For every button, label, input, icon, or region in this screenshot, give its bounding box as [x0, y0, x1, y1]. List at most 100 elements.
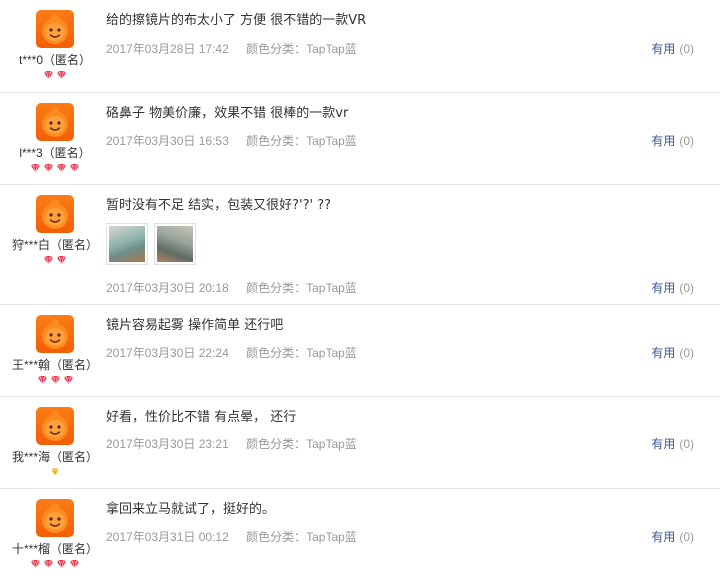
review-text: 给的擦镜片的布太小了 方便 很不错的一款VR: [106, 13, 367, 28]
helpful-count: (0): [679, 42, 694, 56]
helpful-label[interactable]: 有用: [651, 42, 675, 56]
red-heart-diamond-icon: [44, 559, 53, 569]
review-date: 2017年03月30日 20:18: [106, 281, 229, 295]
review-body: 拿回来立马就试了，挺好的。: [106, 501, 570, 519]
review-item: t***0（匿名） 给的擦镜片的布太小了 方便 很不错的一款VR 2017年03…: [0, 0, 720, 93]
photo-thumbnail[interactable]: [154, 223, 196, 265]
helpful-count: (0): [679, 281, 694, 295]
review-item: 狩***白（匿名） 暂时没有不足 结实，包装又很好?'?' ?? 2017年03…: [0, 185, 720, 305]
color-variant: 颜色分类：TapTap蓝: [246, 134, 357, 148]
avatar[interactable]: [36, 315, 74, 353]
color-variant: 颜色分类：TapTap蓝: [246, 281, 357, 295]
color-variant: 颜色分类：TapTap蓝: [246, 437, 357, 451]
review-body: 好看，性价比不错 有点晕， 还行: [106, 409, 570, 427]
helpful-count: (0): [679, 346, 694, 360]
yellow-diamond-icon: [51, 468, 59, 476]
review-body: 给的擦镜片的布太小了 方便 很不错的一款VR: [106, 12, 570, 30]
reviewer-info: t***0（匿名）: [0, 10, 110, 82]
helpful-count: (0): [679, 134, 694, 148]
reviewer-name[interactable]: l***3（匿名）: [0, 144, 110, 161]
helpful-count: (0): [679, 437, 694, 451]
red-heart-diamond-icon: [70, 559, 79, 569]
avatar[interactable]: [36, 195, 74, 233]
mascot-icon: [42, 106, 68, 137]
review-item: 王***翰（匿名） 镜片容易起雾 操作简单 还行吧 2017年03月30日 22…: [0, 305, 720, 397]
red-heart-diamond-icon: [37, 375, 47, 385]
review-item: l***3（匿名） 硌鼻子 物美价廉，效果不错 很棒的一款vr 2017年03月…: [0, 93, 720, 185]
reviewer-info: l***3（匿名）: [0, 103, 110, 175]
helpful-label[interactable]: 有用: [651, 281, 675, 295]
reviewer-level: [0, 467, 110, 479]
review-meta: 2017年03月30日 20:18 颜色分类：TapTap蓝: [106, 279, 357, 296]
helpful-button[interactable]: 有用 (0): [651, 344, 694, 361]
helpful-button[interactable]: 有用 (0): [651, 279, 694, 296]
avatar[interactable]: [36, 407, 74, 445]
review-text: 拿回来立马就试了，挺好的。: [106, 502, 276, 517]
red-heart-diamond-icon: [31, 559, 40, 569]
review-text: 暂时没有不足 结实，包装又很好?'?' ??: [106, 198, 332, 213]
helpful-button[interactable]: 有用 (0): [651, 528, 694, 545]
reviewer-name[interactable]: 王***翰（匿名）: [0, 356, 110, 373]
color-variant: 颜色分类：TapTap蓝: [246, 42, 357, 56]
helpful-button[interactable]: 有用 (0): [651, 435, 694, 452]
red-heart-diamond-icon: [57, 163, 66, 173]
helpful-label[interactable]: 有用: [651, 346, 675, 360]
review-body: 镜片容易起雾 操作简单 还行吧: [106, 317, 570, 335]
avatar[interactable]: [36, 499, 74, 537]
reviewer-level: [0, 163, 110, 175]
review-meta: 2017年03月30日 22:24 颜色分类：TapTap蓝: [106, 344, 357, 361]
red-heart-diamond-icon: [63, 375, 73, 385]
red-heart-diamond-icon: [57, 255, 66, 265]
reviewer-info: 我***海（匿名）: [0, 407, 110, 479]
red-heart-diamond-icon: [50, 375, 60, 385]
review-text: 镜片容易起雾 操作简单 还行吧: [106, 318, 284, 333]
reviewer-name[interactable]: 我***海（匿名）: [0, 448, 110, 465]
red-heart-diamond-icon: [44, 255, 53, 265]
reviewer-name[interactable]: 十***榴（匿名）: [0, 540, 110, 557]
review-photos: [106, 223, 202, 265]
review-date: 2017年03月30日 23:21: [106, 437, 229, 451]
review-meta: 2017年03月30日 16:53 颜色分类：TapTap蓝: [106, 132, 357, 149]
review-list: t***0（匿名） 给的擦镜片的布太小了 方便 很不错的一款VR 2017年03…: [0, 0, 720, 581]
reviewer-info: 王***翰（匿名）: [0, 315, 110, 387]
helpful-button[interactable]: 有用 (0): [651, 132, 694, 149]
review-date: 2017年03月30日 16:53: [106, 134, 229, 148]
review-body: 暂时没有不足 结实，包装又很好?'?' ??: [106, 197, 570, 215]
review-text: 硌鼻子 物美价廉，效果不错 很棒的一款vr: [106, 106, 349, 121]
helpful-label[interactable]: 有用: [651, 530, 675, 544]
reviewer-name[interactable]: 狩***白（匿名）: [0, 236, 110, 253]
helpful-label[interactable]: 有用: [651, 134, 675, 148]
reviewer-info: 十***榴（匿名）: [0, 499, 110, 571]
reviewer-level: [0, 70, 110, 82]
helpful-count: (0): [679, 530, 694, 544]
avatar[interactable]: [36, 10, 74, 48]
red-heart-diamond-icon: [44, 163, 53, 173]
color-variant: 颜色分类：TapTap蓝: [246, 530, 357, 544]
mascot-icon: [42, 502, 68, 533]
review-item: 十***榴（匿名） 拿回来立马就试了，挺好的。 2017年03月31日 00:1…: [0, 489, 720, 581]
review-date: 2017年03月31日 00:12: [106, 530, 229, 544]
color-variant: 颜色分类：TapTap蓝: [246, 346, 357, 360]
mascot-icon: [42, 198, 68, 229]
review-date: 2017年03月28日 17:42: [106, 42, 229, 56]
review-body: 硌鼻子 物美价廉，效果不错 很棒的一款vr: [106, 105, 570, 123]
reviewer-name[interactable]: t***0（匿名）: [0, 51, 110, 68]
helpful-button[interactable]: 有用 (0): [651, 40, 694, 57]
reviewer-level: [0, 375, 110, 387]
avatar[interactable]: [36, 103, 74, 141]
reviewer-level: [0, 255, 110, 267]
review-meta: 2017年03月31日 00:12 颜色分类：TapTap蓝: [106, 528, 357, 545]
photo-thumbnail[interactable]: [106, 223, 148, 265]
helpful-label[interactable]: 有用: [651, 437, 675, 451]
red-heart-diamond-icon: [57, 70, 66, 80]
review-meta: 2017年03月30日 23:21 颜色分类：TapTap蓝: [106, 435, 357, 452]
review-date: 2017年03月30日 22:24: [106, 346, 229, 360]
mascot-icon: [42, 13, 68, 44]
review-item: 我***海（匿名） 好看，性价比不错 有点晕， 还行 2017年03月30日 2…: [0, 397, 720, 489]
review-meta: 2017年03月28日 17:42 颜色分类：TapTap蓝: [106, 40, 357, 57]
mascot-icon: [42, 318, 68, 349]
reviewer-level: [0, 559, 110, 571]
review-text: 好看，性价比不错 有点晕， 还行: [106, 410, 297, 425]
red-heart-diamond-icon: [44, 70, 53, 80]
red-heart-diamond-icon: [57, 559, 66, 569]
